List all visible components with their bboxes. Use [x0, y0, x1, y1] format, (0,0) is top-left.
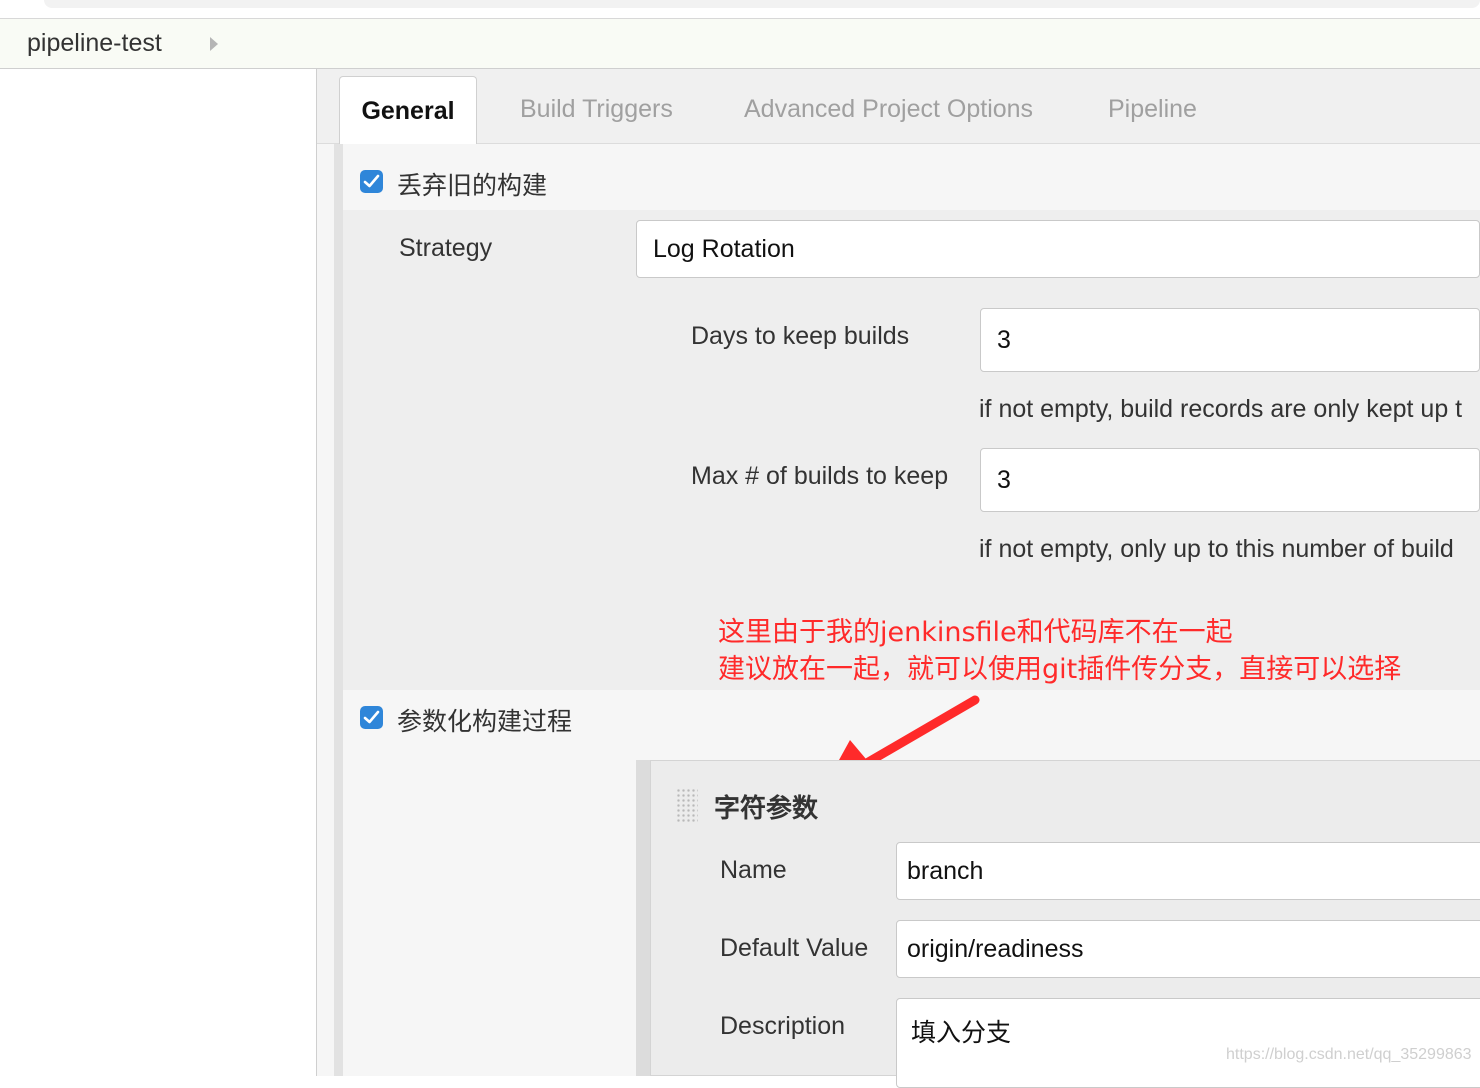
param-default-value-input[interactable]: origin/readiness [896, 920, 1480, 978]
breadcrumb-item-pipeline-test[interactable]: pipeline-test [27, 29, 162, 58]
watermark: https://blog.csdn.net/qq_35299863 [1226, 1046, 1472, 1063]
breadcrumb: pipeline-test [0, 19, 1480, 69]
strategy-select[interactable]: Log Rotation [636, 220, 1480, 278]
breadcrumb-arrow-icon[interactable] [210, 37, 218, 51]
param-default-value-label: Default Value [720, 934, 869, 962]
string-parameter-panel: 字符参数 Name branch Default Value origin/re… [636, 760, 1480, 1088]
tab-build-triggers[interactable]: Build Triggers [520, 95, 673, 124]
tab-advanced-project-options[interactable]: Advanced Project Options [744, 95, 1033, 124]
max-builds-help: if not empty, only up to this number of … [979, 535, 1454, 563]
discard-old-builds-row: 丢弃旧的构建 [343, 154, 1480, 210]
browser-top-strip [0, 0, 1480, 19]
checkmark-icon [363, 174, 380, 188]
param-name-label: Name [720, 856, 787, 884]
annotation-line-1: 这里由于我的jenkinsfile和代码库不在一起 [718, 617, 1233, 648]
annotation-line-2: 建议放在一起，就可以使用git插件传分支，直接可以选择 [718, 654, 1402, 685]
days-to-keep-input[interactable]: 3 [980, 308, 1480, 372]
days-to-keep-help: if not empty, build records are only kep… [979, 395, 1463, 423]
parameterized-build-checkbox[interactable] [360, 706, 383, 729]
max-builds-label: Max # of builds to keep [691, 462, 949, 490]
days-to-keep-label: Days to keep builds [691, 322, 910, 350]
drag-handle-icon[interactable] [676, 788, 698, 822]
tab-general[interactable]: General [339, 76, 477, 145]
tab-pipeline[interactable]: Pipeline [1108, 95, 1197, 124]
param-description-label: Description [720, 1012, 846, 1040]
section-left-bar [334, 144, 343, 1076]
discard-old-builds-label: 丢弃旧的构建 [397, 172, 548, 200]
left-pane [0, 69, 317, 1076]
parameterized-build-label: 参数化构建过程 [397, 708, 573, 736]
string-parameter-title: 字符参数 [714, 794, 819, 824]
config-tab-bar: General Build Triggers Advanced Project … [317, 69, 1480, 145]
red-annotation-text: 这里由于我的jenkinsfile和代码库不在一起 建议放在一起，就可以使用gi… [718, 614, 1401, 688]
strategy-label: Strategy [399, 234, 493, 262]
max-builds-input[interactable]: 3 [980, 448, 1480, 512]
discard-old-builds-checkbox[interactable] [360, 170, 383, 193]
param-description-textarea[interactable]: 填入分支 [896, 998, 1480, 1088]
param-name-input[interactable]: branch [896, 842, 1480, 900]
checkmark-icon [363, 710, 380, 724]
address-bar[interactable] [44, 0, 1480, 8]
